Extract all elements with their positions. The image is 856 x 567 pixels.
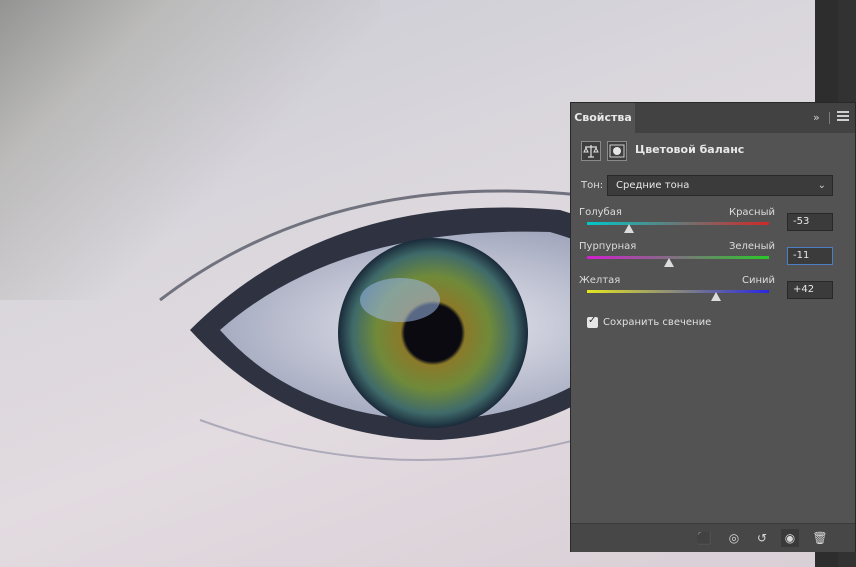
slider-left-label: Пурпурная [579, 241, 637, 252]
layer-mask-icon[interactable] [607, 141, 627, 161]
hamburger-menu-icon[interactable] [837, 111, 849, 123]
slider-cyan-red: Голубая Красный -53 [579, 207, 849, 243]
reset-icon[interactable]: ↺ [753, 529, 771, 547]
slider-value-input[interactable]: +42 [787, 281, 833, 299]
slider-thumb[interactable] [663, 258, 674, 267]
panel-bottom-toolbar: ⬛ ◎ ↺ ◉ 🗑 [571, 523, 855, 552]
slider-magenta-green: Пурпурная Зеленый -11 [579, 241, 849, 277]
preserve-luminosity-label: Сохранить свечение [603, 317, 712, 328]
double-chevron-right-icon[interactable]: » [813, 111, 820, 124]
header-divider [829, 112, 830, 124]
visibility-eye-icon[interactable]: ◉ [781, 529, 799, 547]
slider-right-label: Красный [728, 207, 775, 218]
panel-header: Свойства » [571, 103, 855, 133]
slider-left-label: Желтая [579, 275, 621, 286]
slider-yellow-blue: Желтая Синий +42 [579, 275, 849, 311]
trash-icon[interactable]: 🗑 [811, 529, 829, 547]
view-previous-state-icon[interactable]: ◎ [725, 529, 743, 547]
preserve-luminosity-checkbox[interactable]: ✓ [587, 315, 598, 328]
check-icon: ✓ [588, 315, 597, 326]
tone-select[interactable]: Средние тона ⌄ [607, 175, 833, 196]
properties-panel: Свойства » Цветовой баланс Тон: Средние … [570, 102, 856, 552]
tone-select-value: Средние тона [616, 180, 690, 191]
clip-to-layer-icon[interactable]: ⬛ [695, 529, 713, 547]
tab-properties[interactable]: Свойства [571, 103, 635, 133]
slider-thumb[interactable] [623, 224, 634, 233]
slider-value-input[interactable]: -11 [787, 247, 833, 265]
scales-icon[interactable] [581, 141, 601, 161]
slider-value-input[interactable]: -53 [787, 213, 833, 231]
slider-right-label: Синий [741, 275, 775, 286]
tone-label: Тон: [581, 180, 604, 191]
adjustment-title: Цветовой баланс [635, 143, 745, 156]
chevron-down-icon: ⌄ [817, 180, 826, 191]
slider-left-label: Голубая [579, 207, 622, 218]
slider-thumb[interactable] [711, 292, 722, 301]
slider-track[interactable] [587, 256, 769, 259]
slider-track[interactable] [587, 290, 769, 293]
slider-right-label: Зеленый [728, 241, 775, 252]
slider-track[interactable] [587, 222, 769, 225]
